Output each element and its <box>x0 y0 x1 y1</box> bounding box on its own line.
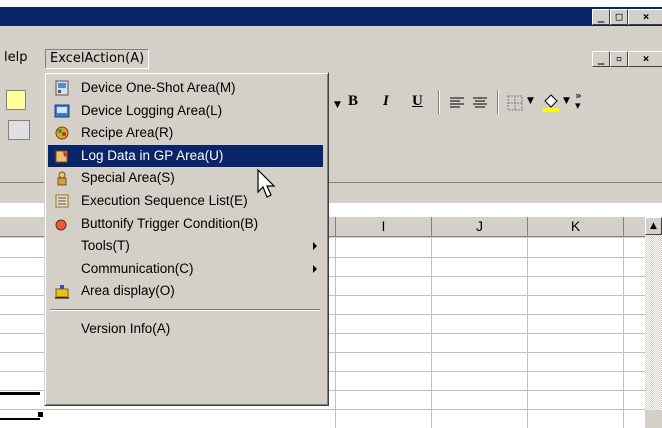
submenu-arrow-icon <box>313 264 317 273</box>
close-button[interactable]: × <box>628 9 662 25</box>
menu-item-label: Version Info(A) <box>81 321 171 336</box>
buttonify-icon <box>54 216 70 232</box>
menu-item-label: Special Area(S) <box>81 170 175 186</box>
column-header-k[interactable]: K <box>528 217 624 237</box>
column-header-next[interactable] <box>624 217 645 237</box>
log-data-icon <box>54 148 70 164</box>
bold-button[interactable]: B <box>348 93 358 110</box>
selection-border <box>0 418 40 420</box>
fill-color-icon[interactable] <box>542 92 560 112</box>
menu-item-recipe-area[interactable]: Recipe Area(R) <box>48 122 323 144</box>
window-frame <box>0 26 662 45</box>
font-size-dropdown[interactable]: ▼ <box>334 96 344 114</box>
vertical-scrollbar[interactable]: ▲ <box>645 217 662 428</box>
title-bar: _ □ × <box>0 0 662 26</box>
help-icon[interactable] <box>6 90 26 110</box>
column-header-i[interactable]: I <box>336 217 432 237</box>
menu-help[interactable]: lelp <box>0 49 31 67</box>
menu-item-version-info[interactable]: Version Info(A) <box>48 318 323 340</box>
menu-item-label: Device One-Shot Area(M) <box>81 80 236 95</box>
menu-item-communication[interactable]: Communication(C) <box>48 258 323 280</box>
menu-item-log-data-in-gp-area[interactable]: Log Data in GP Area(U) <box>48 144 323 167</box>
doc-minimize-button[interactable]: _ <box>592 51 610 67</box>
fill-color-dropdown-icon[interactable]: ▼ <box>563 96 570 106</box>
menu-item-tools[interactable]: Tools(T) <box>48 235 323 257</box>
menu-item-special-area[interactable]: Special Area(S) <box>48 167 323 189</box>
menu-item-label: Recipe Area(R) <box>81 125 174 141</box>
mouse-cursor-icon <box>256 168 280 204</box>
toolbar-separator <box>438 90 440 114</box>
menu-item-label: Buttonify Trigger Condition(B) <box>81 215 259 231</box>
execution-list-icon <box>54 193 70 209</box>
minimize-button[interactable]: _ <box>592 9 610 25</box>
scroll-up-button[interactable]: ▲ <box>645 217 662 235</box>
picture-icon[interactable] <box>8 120 30 140</box>
toolbar-overflow-icon[interactable]: » ▾ <box>575 90 582 111</box>
italic-button[interactable]: I <box>383 93 389 110</box>
grid-line <box>335 238 336 428</box>
excel-action-menu: Device One-Shot Area(M) Device Logging Ar… <box>44 72 329 406</box>
device-logging-icon <box>54 103 70 119</box>
grid-line <box>527 238 528 428</box>
special-area-icon <box>54 170 70 186</box>
selection-border <box>0 392 40 395</box>
menu-item-label: Area display(O) <box>81 283 175 299</box>
menu-item-area-display[interactable]: Area display(O) <box>48 280 323 302</box>
borders-icon[interactable] <box>507 95 523 111</box>
doc-restore-button[interactable]: ▫ <box>610 51 628 67</box>
menu-item-execution-sequence-list[interactable]: Execution Sequence List(E) <box>48 190 323 212</box>
menu-item-label: Log Data in GP Area(U) <box>81 147 224 163</box>
menu-excel-action[interactable]: ExcelAction(A) <box>45 49 150 69</box>
menu-separator <box>50 309 320 311</box>
menu-item-label: Tools(T) <box>81 238 130 254</box>
align-left-icon[interactable] <box>449 96 465 110</box>
menu-item-buttonify-trigger-condition[interactable]: Buttonify Trigger Condition(B) <box>48 213 323 235</box>
align-center-icon[interactable] <box>472 96 488 110</box>
recipe-icon <box>54 125 70 141</box>
menu-bar: lelp ExcelAction(A) _ ▫ × <box>0 45 662 72</box>
borders-dropdown-icon[interactable]: ▼ <box>527 96 534 106</box>
menu-item-label: Execution Sequence List(E) <box>81 193 248 208</box>
grid-line <box>431 238 432 428</box>
menu-item-label: Device Logging Area(L) <box>81 102 223 118</box>
doc-close-button[interactable]: × <box>628 51 662 67</box>
grid-line <box>623 238 624 428</box>
underline-button[interactable]: U <box>412 93 423 110</box>
maximize-button[interactable]: □ <box>610 9 628 25</box>
submenu-arrow-icon <box>313 242 317 251</box>
menu-item-label: Communication(C) <box>81 260 194 276</box>
area-display-icon <box>54 283 70 299</box>
column-header-j[interactable]: J <box>432 217 528 237</box>
title-bar-fill <box>0 7 662 26</box>
fill-handle[interactable] <box>38 412 43 417</box>
menu-item-device-logging-area[interactable]: Device Logging Area(L) <box>48 100 323 122</box>
scroll-track[interactable] <box>645 235 662 410</box>
device-oneshot-icon <box>54 80 70 96</box>
toolbar-separator <box>497 90 499 114</box>
menu-item-device-one-shot-area[interactable]: Device One-Shot Area(M) <box>48 77 323 99</box>
